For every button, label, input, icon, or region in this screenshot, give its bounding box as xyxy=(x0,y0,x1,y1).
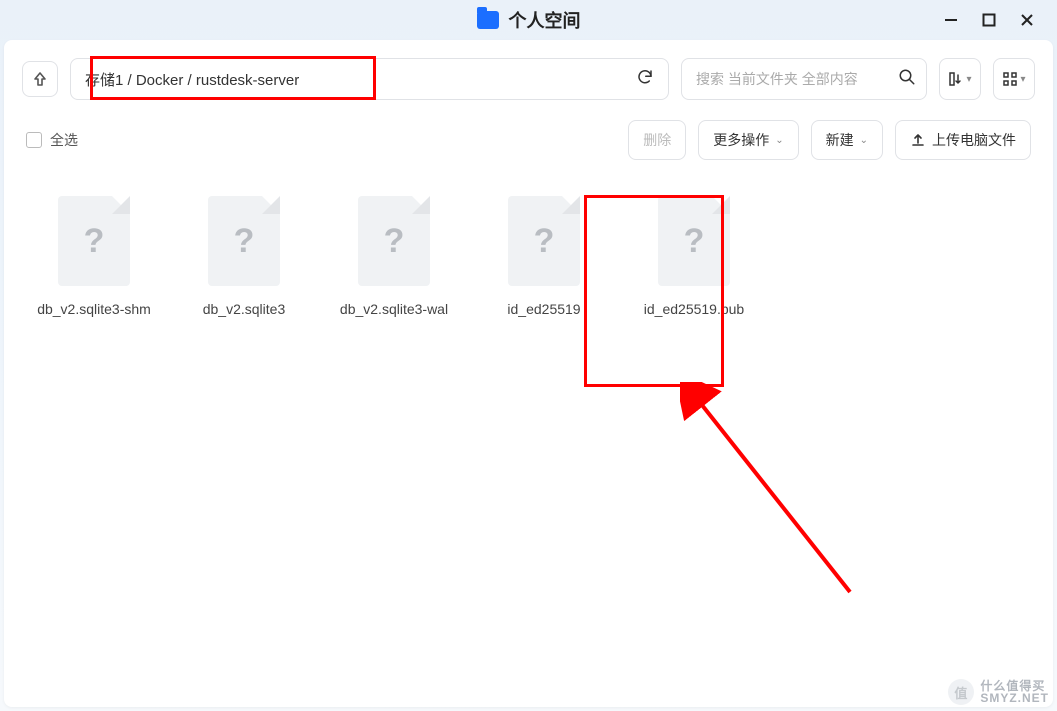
select-all-checkbox[interactable]: 全选 xyxy=(26,130,78,150)
unknown-file-icon: ? xyxy=(234,222,255,261)
window-title: 个人空间 xyxy=(509,7,581,33)
chevron-down-icon: ⌄ xyxy=(860,135,868,146)
unknown-file-icon: ? xyxy=(384,222,405,261)
select-all-label: 全选 xyxy=(50,130,78,150)
sort-button[interactable]: ▾ xyxy=(939,58,981,100)
checkbox-icon xyxy=(26,132,42,148)
unknown-file-icon: ? xyxy=(684,222,705,261)
title-bar: 个人空间 xyxy=(0,0,1057,40)
watermark: 值 什么值得买 SMYZ.NET xyxy=(948,679,1049,705)
search-box[interactable] xyxy=(681,58,927,100)
close-button[interactable] xyxy=(1017,10,1037,30)
upload-icon xyxy=(910,132,926,148)
file-name: db_v2.sqlite3 xyxy=(203,300,286,320)
minimize-button[interactable] xyxy=(941,10,961,30)
folder-icon xyxy=(477,11,499,29)
chevron-down-icon: ⌄ xyxy=(775,135,783,146)
path-box[interactable] xyxy=(70,58,669,100)
maximize-button[interactable] xyxy=(979,10,999,30)
upload-button[interactable]: 上传电脑文件 xyxy=(895,120,1031,160)
file-item[interactable]: ? db_v2.sqlite3-wal xyxy=(328,196,460,320)
file-name: db_v2.sqlite3-wal xyxy=(340,300,448,320)
file-item[interactable]: ? id_ed25519 xyxy=(478,196,610,320)
file-thumbnail: ? xyxy=(358,196,430,286)
watermark-badge: 值 xyxy=(948,679,974,705)
up-button[interactable] xyxy=(22,61,58,97)
toolbar: ▾ ▾ xyxy=(22,58,1035,100)
search-icon[interactable] xyxy=(898,68,916,91)
action-row: 全选 删除 更多操作 ⌄ 新建 ⌄ 上传电脑文件 xyxy=(22,120,1035,160)
file-thumbnail: ? xyxy=(58,196,130,286)
path-input[interactable] xyxy=(85,71,632,88)
file-name: id_ed25519 xyxy=(507,300,580,320)
search-input[interactable] xyxy=(696,71,898,87)
file-thumbnail: ? xyxy=(208,196,280,286)
file-grid: ? db_v2.sqlite3-shm ? db_v2.sqlite3 ? db… xyxy=(22,196,1035,320)
unknown-file-icon: ? xyxy=(534,222,555,261)
file-name: id_ed25519.pub xyxy=(644,300,744,320)
file-item[interactable]: ? db_v2.sqlite3 xyxy=(178,196,310,320)
file-item[interactable]: ? db_v2.sqlite3-shm xyxy=(28,196,160,320)
file-item[interactable]: ? id_ed25519.pub xyxy=(628,196,760,320)
new-button[interactable]: 新建 ⌄ xyxy=(811,120,883,160)
delete-button: 删除 xyxy=(628,120,686,160)
refresh-icon[interactable] xyxy=(632,64,658,95)
main-panel: ▾ ▾ 全选 删除 更多操作 ⌄ 新建 ⌄ xyxy=(4,40,1053,707)
unknown-file-icon: ? xyxy=(84,222,105,261)
file-name: db_v2.sqlite3-shm xyxy=(37,300,151,320)
file-thumbnail: ? xyxy=(658,196,730,286)
file-thumbnail: ? xyxy=(508,196,580,286)
view-button[interactable]: ▾ xyxy=(993,58,1035,100)
more-operations-button[interactable]: 更多操作 ⌄ xyxy=(698,120,798,160)
